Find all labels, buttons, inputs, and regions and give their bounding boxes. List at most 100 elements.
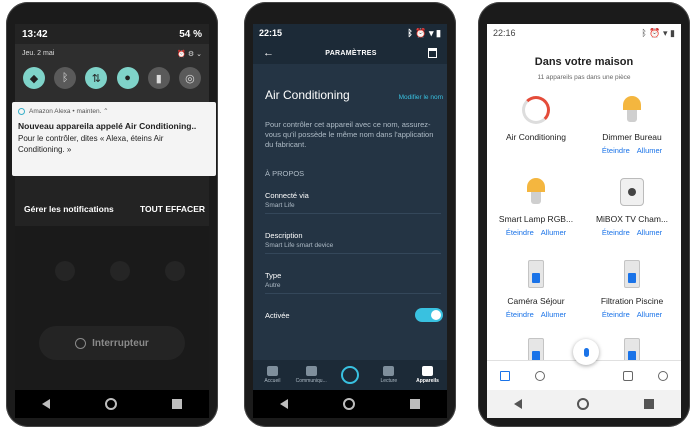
tab-appareils[interactable]: Appareils bbox=[409, 366, 447, 384]
off-button[interactable]: Éteindre bbox=[506, 228, 534, 237]
wifi-icon[interactable]: ◆ bbox=[23, 67, 45, 89]
info-description: Description Smart Life smart device bbox=[265, 231, 441, 254]
bulb-base bbox=[531, 192, 541, 204]
phone-alexa-settings: 22:15 ᛒ ⏰ ▾ ▮ ← PARAMÈTRES Air Condition… bbox=[244, 2, 456, 427]
enabled-toggle[interactable] bbox=[415, 308, 443, 322]
device-card[interactable]: Filtration Piscine Éteindre Allumer bbox=[585, 258, 679, 319]
alexa-icon bbox=[340, 366, 359, 384]
notification-app: Amazon Alexa • mainten. ⌃ bbox=[29, 108, 109, 115]
discover-icon[interactable] bbox=[535, 370, 546, 381]
android-nav-bar bbox=[15, 390, 209, 418]
device-card[interactable]: Air Conditioning bbox=[489, 94, 583, 142]
back-icon[interactable] bbox=[42, 399, 51, 409]
info-value: Smart Life smart device bbox=[265, 242, 334, 249]
off-button[interactable]: Éteindre bbox=[602, 146, 630, 155]
alarm-icon: ⏰ ⚙ ⌄ bbox=[177, 51, 202, 58]
off-button[interactable]: Éteindre bbox=[602, 310, 630, 319]
device-card[interactable]: Smart Lamp RGB... Éteindre Allumer bbox=[489, 176, 583, 237]
device-name: Dimmer Bureau bbox=[602, 132, 662, 142]
notification-title: Nouveau appareila appelé Air Conditionin… bbox=[18, 121, 197, 131]
tab-lecture[interactable]: Lecture bbox=[370, 366, 408, 384]
plug-icon bbox=[620, 178, 644, 206]
info-value: Smart Life bbox=[265, 202, 295, 209]
delete-icon[interactable] bbox=[427, 48, 437, 58]
bulb-base bbox=[627, 110, 637, 122]
device-card[interactable]: Dimmer Bureau Éteindre Allumer bbox=[585, 94, 679, 155]
tab-label: Appareils bbox=[416, 378, 439, 384]
device-name: Air Conditioning bbox=[265, 88, 350, 102]
screen: 22:16 ᛒ ⏰ ▾ ▮ Dans votre maison 11 appar… bbox=[487, 24, 681, 390]
settings-header: ← PARAMÈTRES bbox=[253, 42, 447, 64]
account-icon[interactable] bbox=[658, 370, 669, 381]
data-transfer-icon[interactable]: ⇅ bbox=[85, 67, 108, 89]
dimmed-background: Interrupteur bbox=[15, 226, 209, 390]
rename-link[interactable]: Modifier le nom bbox=[399, 94, 443, 101]
recents-icon[interactable] bbox=[643, 399, 654, 409]
recents-icon[interactable] bbox=[409, 399, 420, 409]
back-icon[interactable] bbox=[280, 399, 289, 409]
date-label: Jeu. 2 mai bbox=[22, 50, 55, 57]
status-bar: 22:15 ᛒ ⏰ ▾ ▮ bbox=[253, 24, 447, 42]
manage-notifications-button[interactable]: Gérer les notifications bbox=[24, 204, 114, 214]
alexa-icon bbox=[18, 107, 25, 115]
tab-alexa[interactable] bbox=[331, 366, 369, 384]
device-name: Air Conditioning bbox=[505, 132, 566, 142]
thermostat-icon bbox=[522, 96, 550, 124]
info-key: Type bbox=[265, 271, 282, 280]
home-icon[interactable] bbox=[499, 370, 510, 381]
device-name: Caméra Séjour bbox=[507, 296, 565, 306]
power-icon bbox=[75, 337, 87, 349]
enabled-label: Activée bbox=[265, 310, 290, 320]
play-icon bbox=[383, 366, 395, 376]
phone-google-home: 22:16 ᛒ ⏰ ▾ ▮ Dans votre maison 11 appar… bbox=[478, 2, 690, 427]
alexa-notification[interactable]: Amazon Alexa • mainten. ⌃ Nouveau appare… bbox=[12, 102, 216, 176]
location-icon[interactable]: ● bbox=[116, 67, 139, 89]
bluetooth-icon[interactable]: ᛒ bbox=[54, 67, 77, 89]
off-button[interactable]: Éteindre bbox=[506, 310, 534, 319]
recents-icon[interactable] bbox=[171, 399, 182, 409]
on-button[interactable]: Allumer bbox=[637, 228, 662, 237]
enabled-row: Activée bbox=[265, 308, 443, 322]
clear-all-button[interactable]: TOUT EFFACER bbox=[140, 204, 205, 214]
home-icon[interactable] bbox=[104, 398, 117, 410]
back-icon[interactable] bbox=[514, 399, 523, 409]
device-name: Smart Lamp RGB... bbox=[498, 214, 574, 224]
faded-tile bbox=[55, 261, 75, 281]
home-icon[interactable] bbox=[342, 398, 355, 410]
back-arrow-icon[interactable]: ← bbox=[263, 47, 274, 59]
off-button[interactable]: Éteindre bbox=[602, 228, 630, 237]
bulb-icon bbox=[623, 96, 641, 110]
on-button[interactable]: Allumer bbox=[637, 310, 662, 319]
device-card[interactable]: Caméra Séjour Éteindre Allumer bbox=[489, 258, 583, 319]
status-time: 22:16 bbox=[493, 28, 516, 38]
home-icon[interactable] bbox=[576, 398, 589, 410]
device-card[interactable]: MiBOX TV Cham... Éteindre Allumer bbox=[585, 176, 679, 237]
rename-hint: Pour contrôler cet appareil avec ce nom,… bbox=[265, 120, 434, 149]
interrupteur-button[interactable]: Interrupteur bbox=[39, 326, 185, 360]
info-value: Autre bbox=[265, 282, 281, 289]
info-type: Type Autre bbox=[265, 271, 441, 294]
status-icons: ᛒ ⏰ ▾ ▮ bbox=[407, 27, 441, 38]
on-button[interactable]: Allumer bbox=[541, 228, 566, 237]
device-name: Filtration Piscine bbox=[600, 296, 664, 306]
flashlight-icon[interactable]: ▮ bbox=[147, 67, 170, 89]
mic-button[interactable] bbox=[573, 339, 599, 365]
tab-communiquer[interactable]: Communiqu... bbox=[292, 366, 330, 384]
info-connected-via: Connecté via Smart Life bbox=[265, 191, 441, 214]
switch-icon bbox=[528, 260, 544, 288]
device-name: MiBOX TV Cham... bbox=[595, 214, 669, 224]
on-button[interactable]: Allumer bbox=[637, 146, 662, 155]
tab-label: Communiqu... bbox=[295, 378, 327, 384]
on-button[interactable]: Allumer bbox=[541, 310, 566, 319]
hotspot-icon[interactable]: ◎ bbox=[178, 67, 201, 89]
about-heading: À PROPOS bbox=[265, 169, 305, 178]
chat-icon bbox=[305, 366, 317, 376]
media-icon[interactable] bbox=[622, 370, 633, 381]
status-bar: 22:16 ᛒ ⏰ ▾ ▮ bbox=[487, 24, 681, 42]
android-nav-bar bbox=[253, 390, 447, 418]
tab-label: Lecture bbox=[380, 378, 398, 384]
page-title: Dans votre maison bbox=[534, 56, 634, 68]
screen: 22:15 ᛒ ⏰ ▾ ▮ ← PARAMÈTRES Air Condition… bbox=[253, 24, 447, 390]
tab-label: Accueil bbox=[264, 378, 281, 384]
tab-accueil[interactable]: Accueil bbox=[253, 366, 291, 384]
